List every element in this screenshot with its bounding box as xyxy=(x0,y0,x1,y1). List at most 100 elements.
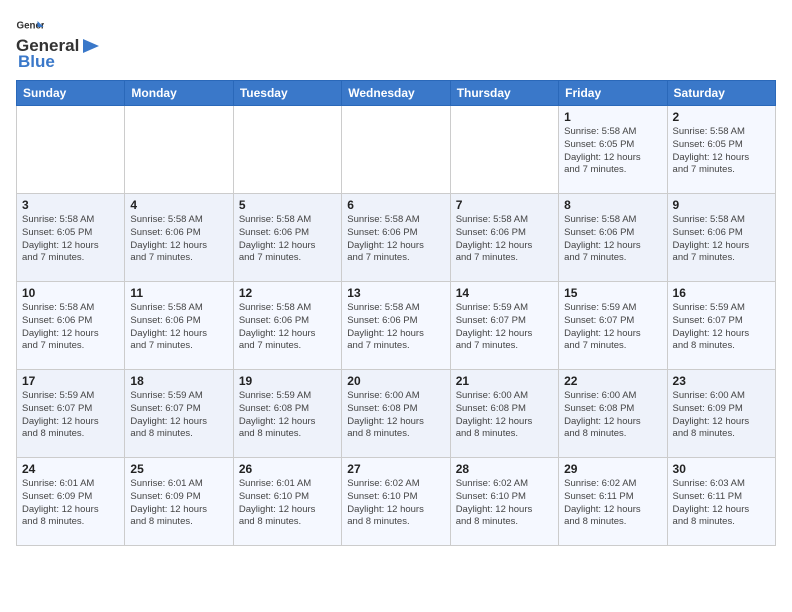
day-number: 4 xyxy=(130,198,227,212)
calendar-header-row: SundayMondayTuesdayWednesdayThursdayFrid… xyxy=(17,81,776,106)
day-info: Sunrise: 6:01 AM Sunset: 6:10 PM Dayligh… xyxy=(239,478,336,529)
day-number: 16 xyxy=(673,286,770,300)
day-number: 26 xyxy=(239,462,336,476)
day-number: 29 xyxy=(564,462,661,476)
day-info: Sunrise: 5:58 AM Sunset: 6:05 PM Dayligh… xyxy=(673,126,770,177)
day-info: Sunrise: 5:58 AM Sunset: 6:06 PM Dayligh… xyxy=(239,214,336,265)
day-number: 10 xyxy=(22,286,119,300)
day-number: 17 xyxy=(22,374,119,388)
day-number: 22 xyxy=(564,374,661,388)
day-number: 23 xyxy=(673,374,770,388)
calendar-cell: 30 Sunrise: 6:03 AM Sunset: 6:11 PM Dayli… xyxy=(667,458,775,546)
calendar-cell: 20 Sunrise: 6:00 AM Sunset: 6:08 PM Dayli… xyxy=(342,370,450,458)
day-info: Sunrise: 5:58 AM Sunset: 6:06 PM Dayligh… xyxy=(22,302,119,353)
calendar-cell: 2 Sunrise: 5:58 AM Sunset: 6:05 PM Daylig… xyxy=(667,106,775,194)
logo-blue: Blue xyxy=(18,52,55,72)
day-number: 7 xyxy=(456,198,553,212)
day-header-tuesday: Tuesday xyxy=(233,81,341,106)
calendar-cell: 10 Sunrise: 5:58 AM Sunset: 6:06 PM Dayli… xyxy=(17,282,125,370)
day-info: Sunrise: 6:02 AM Sunset: 6:10 PM Dayligh… xyxy=(347,478,444,529)
calendar-cell: 21 Sunrise: 6:00 AM Sunset: 6:08 PM Dayli… xyxy=(450,370,558,458)
day-info: Sunrise: 5:58 AM Sunset: 6:05 PM Dayligh… xyxy=(22,214,119,265)
day-info: Sunrise: 5:58 AM Sunset: 6:06 PM Dayligh… xyxy=(673,214,770,265)
logo-chevron xyxy=(81,37,103,55)
day-info: Sunrise: 6:00 AM Sunset: 6:08 PM Dayligh… xyxy=(456,390,553,441)
day-number: 25 xyxy=(130,462,227,476)
day-number: 15 xyxy=(564,286,661,300)
calendar-cell: 15 Sunrise: 5:59 AM Sunset: 6:07 PM Dayli… xyxy=(559,282,667,370)
day-info: Sunrise: 6:03 AM Sunset: 6:11 PM Dayligh… xyxy=(673,478,770,529)
day-info: Sunrise: 5:59 AM Sunset: 6:07 PM Dayligh… xyxy=(130,390,227,441)
calendar-cell xyxy=(450,106,558,194)
calendar-cell: 16Sunrise: 5:59 AM Sunset: 6:07 PM Dayli… xyxy=(667,282,775,370)
calendar-cell: 4Sunrise: 5:58 AM Sunset: 6:06 PM Daylig… xyxy=(125,194,233,282)
day-number: 30 xyxy=(673,462,770,476)
calendar-cell: 25 Sunrise: 6:01 AM Sunset: 6:09 PM Dayli… xyxy=(125,458,233,546)
day-info: Sunrise: 5:59 AM Sunset: 6:07 PM Dayligh… xyxy=(456,302,553,353)
day-info: Sunrise: 5:59 AM Sunset: 6:08 PM Dayligh… xyxy=(239,390,336,441)
calendar-cell: 22Sunrise: 6:00 AM Sunset: 6:08 PM Dayli… xyxy=(559,370,667,458)
day-number: 3 xyxy=(22,198,119,212)
calendar-cell: 24 Sunrise: 6:01 AM Sunset: 6:09 PM Dayli… xyxy=(17,458,125,546)
day-info: Sunrise: 6:00 AM Sunset: 6:08 PM Dayligh… xyxy=(347,390,444,441)
day-header-saturday: Saturday xyxy=(667,81,775,106)
day-number: 24 xyxy=(22,462,119,476)
day-number: 18 xyxy=(130,374,227,388)
calendar-cell: 8Sunrise: 5:58 AM Sunset: 6:06 PM Daylig… xyxy=(559,194,667,282)
day-info: Sunrise: 5:58 AM Sunset: 6:06 PM Dayligh… xyxy=(564,214,661,265)
day-info: Sunrise: 5:59 AM Sunset: 6:07 PM Dayligh… xyxy=(564,302,661,353)
day-info: Sunrise: 5:58 AM Sunset: 6:06 PM Dayligh… xyxy=(130,302,227,353)
day-number: 11 xyxy=(130,286,227,300)
day-info: Sunrise: 6:00 AM Sunset: 6:09 PM Dayligh… xyxy=(673,390,770,441)
calendar-cell: 27 Sunrise: 6:02 AM Sunset: 6:10 PM Dayli… xyxy=(342,458,450,546)
calendar-week-3: 10 Sunrise: 5:58 AM Sunset: 6:06 PM Dayli… xyxy=(17,282,776,370)
calendar-cell: 23 Sunrise: 6:00 AM Sunset: 6:09 PM Dayli… xyxy=(667,370,775,458)
day-info: Sunrise: 6:01 AM Sunset: 6:09 PM Dayligh… xyxy=(130,478,227,529)
day-header-friday: Friday xyxy=(559,81,667,106)
calendar-cell xyxy=(233,106,341,194)
day-number: 2 xyxy=(673,110,770,124)
calendar-cell: 29 Sunrise: 6:02 AM Sunset: 6:11 PM Dayli… xyxy=(559,458,667,546)
day-number: 5 xyxy=(239,198,336,212)
day-info: Sunrise: 5:58 AM Sunset: 6:06 PM Dayligh… xyxy=(239,302,336,353)
day-info: Sunrise: 6:02 AM Sunset: 6:11 PM Dayligh… xyxy=(564,478,661,529)
calendar-cell: 19 Sunrise: 5:59 AM Sunset: 6:08 PM Dayli… xyxy=(233,370,341,458)
day-info: Sunrise: 6:01 AM Sunset: 6:09 PM Dayligh… xyxy=(22,478,119,529)
calendar-cell: 6Sunrise: 5:58 AM Sunset: 6:06 PM Daylig… xyxy=(342,194,450,282)
page-header: General General Blue xyxy=(16,16,776,72)
day-info: Sunrise: 5:58 AM Sunset: 6:06 PM Dayligh… xyxy=(347,214,444,265)
calendar-cell: 18 Sunrise: 5:59 AM Sunset: 6:07 PM Dayli… xyxy=(125,370,233,458)
calendar-cell: 1Sunrise: 5:58 AM Sunset: 6:05 PM Daylig… xyxy=(559,106,667,194)
day-header-sunday: Sunday xyxy=(17,81,125,106)
day-info: Sunrise: 6:02 AM Sunset: 6:10 PM Dayligh… xyxy=(456,478,553,529)
day-info: Sunrise: 5:58 AM Sunset: 6:06 PM Dayligh… xyxy=(347,302,444,353)
day-header-wednesday: Wednesday xyxy=(342,81,450,106)
calendar-cell: 13Sunrise: 5:58 AM Sunset: 6:06 PM Dayli… xyxy=(342,282,450,370)
calendar-cell: 7 Sunrise: 5:58 AM Sunset: 6:06 PM Daylig… xyxy=(450,194,558,282)
calendar-cell: 26 Sunrise: 6:01 AM Sunset: 6:10 PM Dayli… xyxy=(233,458,341,546)
calendar-cell xyxy=(125,106,233,194)
day-info: Sunrise: 5:58 AM Sunset: 6:06 PM Dayligh… xyxy=(456,214,553,265)
calendar-cell: 17 Sunrise: 5:59 AM Sunset: 6:07 PM Dayli… xyxy=(17,370,125,458)
calendar-cell xyxy=(342,106,450,194)
calendar-cell: 12Sunrise: 5:58 AM Sunset: 6:06 PM Dayli… xyxy=(233,282,341,370)
calendar-cell: 5 Sunrise: 5:58 AM Sunset: 6:06 PM Daylig… xyxy=(233,194,341,282)
day-number: 20 xyxy=(347,374,444,388)
calendar-cell xyxy=(17,106,125,194)
calendar-cell: 14Sunrise: 5:59 AM Sunset: 6:07 PM Dayli… xyxy=(450,282,558,370)
calendar-week-5: 24 Sunrise: 6:01 AM Sunset: 6:09 PM Dayli… xyxy=(17,458,776,546)
day-number: 21 xyxy=(456,374,553,388)
calendar-table: SundayMondayTuesdayWednesdayThursdayFrid… xyxy=(16,80,776,546)
calendar-cell: 28 Sunrise: 6:02 AM Sunset: 6:10 PM Dayli… xyxy=(450,458,558,546)
calendar-week-1: 1 Sunrise: 5:58 AM Sunset: 6:05 PM Daylig… xyxy=(17,106,776,194)
day-header-thursday: Thursday xyxy=(450,81,558,106)
calendar-body: 1 Sunrise: 5:58 AM Sunset: 6:05 PM Daylig… xyxy=(17,106,776,546)
logo: General General Blue xyxy=(16,16,103,72)
day-number: 27 xyxy=(347,462,444,476)
day-number: 19 xyxy=(239,374,336,388)
calendar-cell: 9Sunrise: 5:58 AM Sunset: 6:06 PM Daylig… xyxy=(667,194,775,282)
calendar-cell: 11 Sunrise: 5:58 AM Sunset: 6:06 PM Dayli… xyxy=(125,282,233,370)
day-number: 1 xyxy=(564,110,661,124)
day-number: 28 xyxy=(456,462,553,476)
day-info: Sunrise: 5:59 AM Sunset: 6:07 PM Dayligh… xyxy=(22,390,119,441)
